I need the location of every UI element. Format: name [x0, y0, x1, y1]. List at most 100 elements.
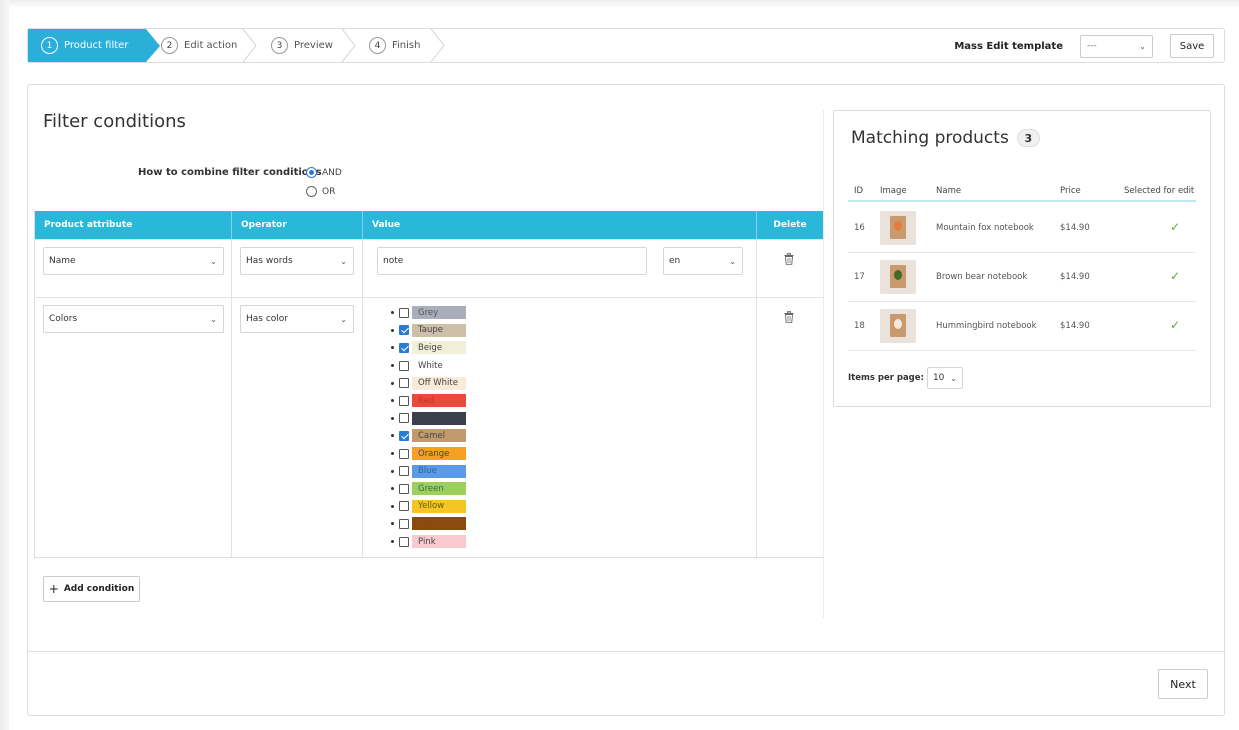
checkbox-checked-icon[interactable] — [399, 325, 409, 336]
chevron-down-icon: ⌄ — [210, 314, 217, 324]
filter-conditions-title: Filter conditions — [43, 111, 186, 132]
step-label: Product filter — [64, 40, 129, 51]
color-option[interactable]: Blue — [391, 462, 466, 480]
bullet-icon — [391, 364, 394, 368]
radio-and[interactable]: AND — [306, 167, 342, 178]
attribute-select[interactable]: Name ⌄ — [43, 247, 224, 275]
bullet-icon — [391, 434, 394, 438]
checkbox-unchecked-icon[interactable] — [399, 466, 409, 477]
attribute-select[interactable]: Colors ⌄ — [43, 305, 224, 333]
fox-art — [894, 221, 902, 231]
bullet-icon — [391, 399, 394, 403]
checkbox-unchecked-icon[interactable] — [399, 307, 409, 318]
step-number: 4 — [369, 37, 386, 54]
window-shadow-left — [0, 0, 9, 730]
matching-count-badge: 3 — [1016, 129, 1040, 147]
color-option[interactable]: Brown — [391, 515, 466, 533]
trash-icon[interactable] — [784, 311, 794, 323]
checkbox-unchecked-icon[interactable] — [399, 518, 409, 529]
radio-and-label: AND — [322, 167, 342, 178]
step-separator-icon — [242, 29, 257, 62]
items-per-page-label: Items per page: — [848, 373, 924, 383]
next-button[interactable]: Next — [1158, 669, 1208, 699]
checkbox-unchecked-icon[interactable] — [399, 536, 409, 547]
trash-icon[interactable] — [784, 253, 794, 265]
value-text-input[interactable]: note — [377, 247, 647, 275]
checkbox-unchecked-icon[interactable] — [399, 378, 409, 389]
column-divider — [823, 110, 824, 618]
color-option[interactable]: Orange — [391, 445, 466, 463]
main-panel: Filter conditions How to combine filter … — [27, 84, 1225, 716]
operator-select-value: Has words — [246, 256, 293, 266]
step-label: Edit action — [184, 40, 238, 51]
color-option[interactable]: Taupe — [391, 322, 466, 340]
step-preview[interactable]: 3 Preview — [271, 29, 333, 62]
radio-or[interactable]: OR — [306, 186, 335, 197]
step-number: 2 — [161, 37, 178, 54]
bullet-icon — [391, 381, 394, 385]
step-product-filter[interactable]: 1 Product filter — [28, 29, 146, 62]
checkbox-checked-icon[interactable] — [399, 342, 409, 353]
checkbox-unchecked-icon[interactable] — [399, 483, 409, 494]
color-swatch-label: Brown — [412, 517, 466, 531]
color-option[interactable]: White — [391, 357, 466, 375]
color-option[interactable]: Red — [391, 392, 466, 410]
color-option[interactable]: Beige — [391, 339, 466, 357]
color-option[interactable]: Yellow — [391, 498, 466, 516]
step-label: Finish — [392, 40, 421, 51]
radio-unselected-icon — [306, 186, 317, 197]
step-edit-action[interactable]: 2 Edit action — [161, 29, 237, 62]
value-cell: note en ⌄ — [363, 240, 757, 297]
condition-row-colors: Colors ⌄ Has color ⌄ Grey Taupe Beige White… — [35, 297, 823, 557]
table-row[interactable]: 17 Brown bear notebook $14.90 ✓ — [848, 253, 1196, 302]
color-swatch-label: Beige — [412, 341, 466, 355]
product-price: $14.90 — [1060, 321, 1090, 331]
column-header-id: ID — [854, 186, 864, 196]
product-thumbnail — [880, 260, 916, 294]
checkbox-unchecked-icon[interactable] — [399, 448, 409, 459]
product-name: Hummingbird notebook — [936, 321, 1037, 331]
checkbox-unchecked-icon[interactable] — [399, 413, 409, 424]
bear-art — [894, 270, 902, 280]
bullet-icon — [391, 311, 394, 315]
operator-select[interactable]: Has words ⌄ — [240, 247, 354, 275]
operator-select[interactable]: Has color ⌄ — [240, 305, 354, 333]
items-per-page-select[interactable]: 10 ⌄ — [926, 367, 963, 389]
add-condition-button[interactable]: + Add condition — [43, 576, 140, 602]
language-select[interactable]: en ⌄ — [663, 247, 743, 275]
attribute-select-value: Colors — [49, 314, 78, 324]
radio-selected-icon — [306, 167, 317, 178]
template-controls: Mass Edit template --- ⌄ Save — [954, 34, 1214, 58]
color-swatch-label: Orange — [412, 447, 466, 461]
color-option[interactable]: Green — [391, 480, 466, 498]
notebook-image — [890, 216, 906, 239]
column-header-operator: Operator — [232, 211, 363, 239]
chevron-down-icon: ⌄ — [729, 256, 736, 266]
save-button[interactable]: Save — [1170, 34, 1214, 58]
products-table-header: ID Image Name Price Selected for edit — [848, 184, 1196, 202]
bullet-icon — [391, 452, 394, 456]
table-row[interactable]: 16 Mountain fox notebook $14.90 ✓ — [848, 204, 1196, 253]
table-header: Product attribute Operator Value Delete — [35, 211, 823, 239]
notebook-image — [890, 314, 906, 337]
checkbox-unchecked-icon[interactable] — [399, 501, 409, 512]
checkbox-checked-icon[interactable] — [399, 430, 409, 441]
color-option[interactable]: Pink — [391, 533, 466, 551]
color-option[interactable]: Grey — [391, 304, 466, 322]
mass-edit-template-select[interactable]: --- ⌄ — [1080, 34, 1153, 58]
operator-cell: Has words ⌄ — [232, 240, 363, 297]
color-option[interactable]: Camel — [391, 427, 466, 445]
color-swatch-label: Camel — [412, 429, 466, 443]
product-thumbnail — [880, 309, 916, 343]
bullet-icon — [391, 540, 394, 544]
plus-icon: + — [48, 582, 59, 596]
checkbox-unchecked-icon[interactable] — [399, 395, 409, 406]
color-option[interactable]: Off White — [391, 374, 466, 392]
chevron-down-icon: ⌄ — [1139, 41, 1146, 51]
step-finish[interactable]: 4 Finish — [369, 29, 420, 62]
checkbox-unchecked-icon[interactable] — [399, 360, 409, 371]
attribute-cell: Colors ⌄ — [35, 298, 232, 557]
table-row[interactable]: 18 Hummingbird notebook $14.90 ✓ — [848, 302, 1196, 351]
color-option[interactable]: Black — [391, 410, 466, 428]
color-swatch-label: Off White — [412, 376, 466, 390]
